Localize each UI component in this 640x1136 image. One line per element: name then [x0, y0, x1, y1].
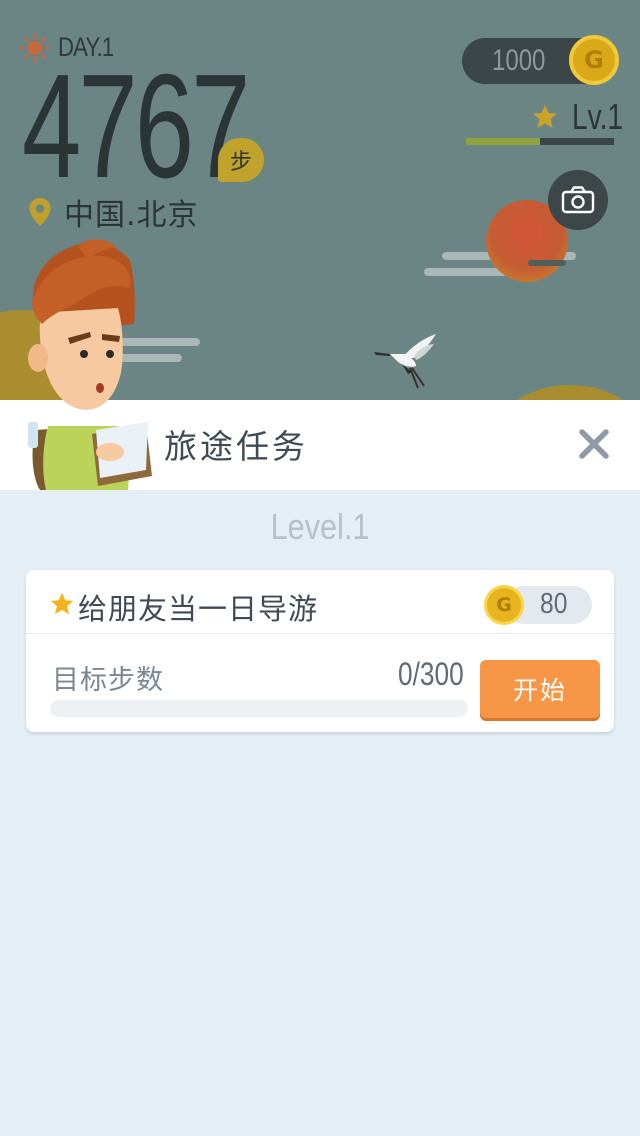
task-name: 给朋友当一日导游	[78, 592, 319, 626]
level-progress-bar	[466, 138, 614, 145]
gold-coin-icon: G	[569, 35, 619, 85]
reward-value: 80	[540, 588, 568, 620]
gold-coin-icon: G	[484, 585, 524, 625]
step-count: 4767	[22, 44, 250, 209]
star-icon	[533, 105, 557, 128]
goal-label: 目标步数	[52, 665, 164, 696]
panel-title: 旅途任务	[164, 427, 308, 466]
level-title: Level.1	[270, 506, 370, 547]
map-pin-icon	[29, 198, 51, 226]
start-button[interactable]: 开始	[480, 660, 600, 718]
level-label: Lv.1	[572, 96, 623, 137]
location-label: 中国.北京	[64, 198, 199, 233]
task-card: 给朋友当一日导游 80 G 目标步数 0/300 开始	[26, 570, 614, 732]
level-indicator: Lv.1	[532, 96, 637, 138]
traveler-character	[28, 239, 152, 490]
close-icon	[579, 429, 609, 459]
divider	[26, 633, 614, 634]
cloud	[528, 260, 566, 266]
star-icon	[50, 592, 74, 615]
goal-progress-text: 0/300	[398, 656, 464, 692]
level-progress-fill	[466, 138, 540, 145]
close-button[interactable]	[570, 420, 618, 468]
camera-button[interactable]	[548, 170, 608, 230]
goal-progress-bar	[50, 700, 468, 717]
crane-bird-icon	[374, 334, 436, 389]
camera-icon	[561, 186, 595, 214]
coin-balance-value: 1000	[492, 44, 546, 77]
step-unit-badge: 步	[218, 138, 264, 182]
hill-right	[490, 385, 640, 400]
location: 中国.北京	[28, 190, 199, 234]
